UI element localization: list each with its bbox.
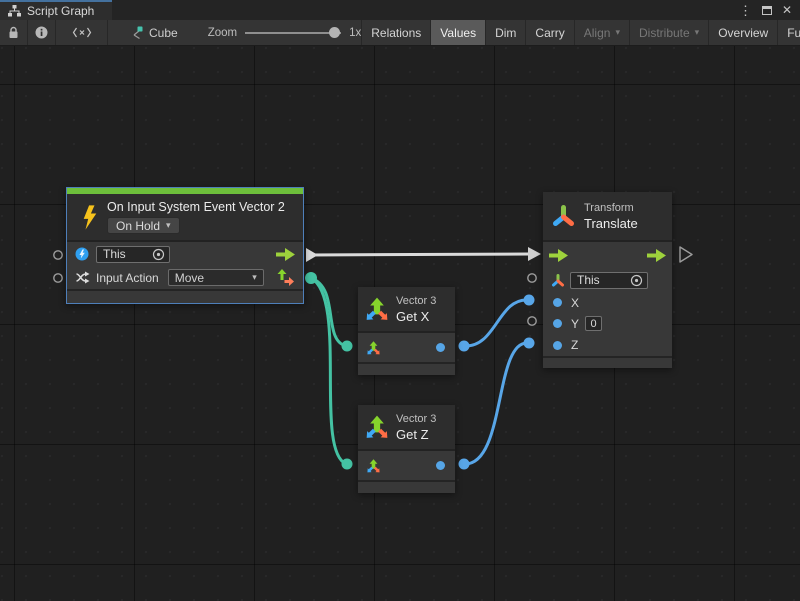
translate-x-input-port[interactable] xyxy=(553,298,562,307)
float-wire-getz-to-z[interactable] xyxy=(464,343,528,464)
translate-y-input-port[interactable] xyxy=(553,319,562,328)
node-translate[interactable]: Transform Translate xyxy=(543,192,672,368)
getx-group-label: Vector 3 xyxy=(396,295,436,307)
breadcrumb-graph-name: Cube xyxy=(149,26,178,40)
dim-button[interactable]: Dim xyxy=(485,20,525,45)
translate-y-port-hollow[interactable] xyxy=(528,317,536,325)
code-preview-button[interactable] xyxy=(56,20,108,45)
input-action-label: Input Action xyxy=(96,271,159,285)
getz-vector3-input-port[interactable] xyxy=(366,459,381,473)
event-vector2-output-port[interactable] xyxy=(277,269,295,286)
flow-wire-start-arrow xyxy=(306,248,318,262)
relations-button[interactable]: Relations xyxy=(361,20,430,45)
zoom-level: 1x xyxy=(349,27,361,39)
float-wire-z-dot[interactable] xyxy=(524,338,535,349)
breadcrumb[interactable]: Cube xyxy=(122,20,186,45)
getz-node-footer xyxy=(358,480,455,493)
node-get-z[interactable]: Vector 3 Get Z xyxy=(358,405,455,493)
getx-float-output-port[interactable] xyxy=(436,343,445,352)
inspect-button[interactable] xyxy=(28,20,56,45)
values-button[interactable]: Values xyxy=(430,20,485,45)
lock-icon xyxy=(8,26,19,39)
close-icon[interactable]: ✕ xyxy=(782,4,792,16)
object-picker-icon[interactable] xyxy=(630,274,643,287)
tab-bar: Script Graph ⋮ ✕ xyxy=(0,0,800,20)
translate-node-footer xyxy=(543,356,672,368)
chevron-down-icon: ▾ xyxy=(695,27,700,38)
zoom-slider-handle[interactable] xyxy=(329,27,340,38)
transform-small-icon xyxy=(551,274,565,287)
gameobject-this-icon xyxy=(75,247,89,261)
zoom-slider[interactable] xyxy=(245,26,341,40)
maximize-icon[interactable] xyxy=(762,6,772,15)
node-on-input-system-event[interactable]: On Input System Event Vector 2 On Hold ▾ xyxy=(66,187,304,304)
float-wire-x-dot[interactable] xyxy=(524,295,535,306)
translate-this-field[interactable]: This xyxy=(570,272,648,289)
chevron-down-icon: ▾ xyxy=(166,220,171,231)
translate-z-label: Z xyxy=(571,338,578,352)
lightning-event-icon xyxy=(81,204,99,231)
vector2-wire-getz-dot[interactable] xyxy=(342,459,353,470)
script-graph-window: Script Graph ⋮ ✕ xyxy=(0,0,800,601)
translate-x-label: X xyxy=(571,296,579,310)
distribute-button[interactable]: Distribute ▾ xyxy=(629,20,708,45)
zoom-slider-track xyxy=(245,32,341,34)
vector2-wire-source-dot[interactable] xyxy=(305,272,317,284)
graph-hierarchy-icon xyxy=(8,5,21,17)
flow-wire-end-arrow xyxy=(528,247,541,261)
carry-button[interactable]: Carry xyxy=(525,20,573,45)
translate-flow-out-hollow[interactable] xyxy=(680,247,692,262)
event-node-footer xyxy=(67,289,303,303)
graph-canvas[interactable]: On Input System Event Vector 2 On Hold ▾ xyxy=(0,46,800,601)
translate-group-label: Transform xyxy=(584,202,638,214)
vector3-icon xyxy=(364,297,390,322)
transform-icon xyxy=(551,204,576,228)
vector2-wire-getx-dot[interactable] xyxy=(342,341,353,352)
getx-title: Get X xyxy=(396,309,436,324)
window-menu-icon[interactable]: ⋮ xyxy=(739,4,752,17)
input-action-dropdown[interactable]: Move ▾ xyxy=(168,269,264,286)
float-wire-getx-to-x[interactable] xyxy=(464,300,528,346)
zoom-label: Zoom xyxy=(208,27,237,39)
input-action-icon xyxy=(75,271,91,284)
translate-y-value-field[interactable]: 0 xyxy=(585,316,602,331)
event-mode-dropdown[interactable]: On Hold ▾ xyxy=(107,217,180,234)
lock-button[interactable] xyxy=(0,20,28,45)
translate-this-port-hollow[interactable] xyxy=(528,274,536,282)
tab-script-graph[interactable]: Script Graph xyxy=(0,0,112,20)
getx-node-footer xyxy=(358,362,455,375)
translate-title: Translate xyxy=(584,216,638,231)
flow-wire[interactable] xyxy=(308,254,530,255)
align-button[interactable]: Align ▾ xyxy=(574,20,629,45)
chevron-down-icon: ▾ xyxy=(244,272,257,283)
node-get-x[interactable]: Vector 3 Get X xyxy=(358,287,455,375)
getz-title: Get Z xyxy=(396,427,436,442)
info-icon xyxy=(35,26,48,39)
code-icon xyxy=(72,27,92,38)
chevron-down-icon: ▾ xyxy=(615,27,620,38)
translate-flow-output-port[interactable] xyxy=(647,249,666,262)
translate-z-input-port[interactable] xyxy=(553,341,562,350)
translate-flow-input-port[interactable] xyxy=(549,249,568,262)
object-picker-icon[interactable] xyxy=(152,248,165,261)
getz-float-output-port[interactable] xyxy=(436,461,445,470)
vector3-icon xyxy=(364,415,390,440)
float-wire-getz-source-dot[interactable] xyxy=(459,459,470,470)
event-this-port-hollow[interactable] xyxy=(54,251,62,259)
graph-toolbar: Cube Zoom 1x Relations Values Dim Carry … xyxy=(0,20,800,46)
getx-vector3-input-port[interactable] xyxy=(366,341,381,355)
overview-button[interactable]: Overview xyxy=(708,20,777,45)
getz-group-label: Vector 3 xyxy=(396,413,436,425)
translate-y-label: Y xyxy=(571,317,579,331)
tab-title: Script Graph xyxy=(27,4,94,18)
event-flow-output-port[interactable] xyxy=(276,248,295,261)
fullscreen-button[interactable]: Full Screen xyxy=(777,20,800,45)
event-inputaction-port-hollow[interactable] xyxy=(54,274,62,282)
float-wire-getx-source-dot[interactable] xyxy=(459,341,470,352)
event-this-field[interactable]: This xyxy=(96,246,170,263)
graph-asset-icon xyxy=(130,26,144,40)
event-node-title: On Input System Event Vector 2 xyxy=(107,200,297,214)
